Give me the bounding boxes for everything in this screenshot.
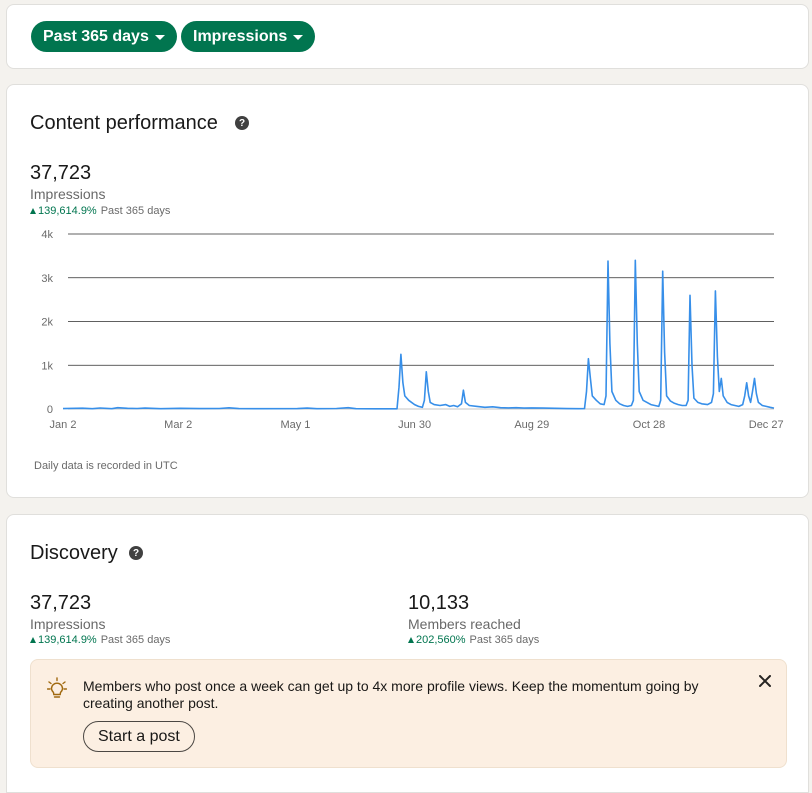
start-post-button[interactable]: Start a post: [83, 721, 195, 752]
y-tick-label: 1k: [41, 360, 53, 372]
caret-down-icon: [293, 34, 304, 40]
caret-down-icon: [154, 34, 165, 40]
members-reached-trend: 202,560% Past 365 days: [408, 634, 539, 646]
members-reached-period: Past 365 days: [469, 634, 540, 646]
discovery-impressions-period: Past 365 days: [100, 634, 171, 646]
y-tick-label: 0: [47, 404, 53, 416]
period-filter-label: Past 365 days: [43, 27, 149, 45]
impressions-trend: 139,614.9% Past 365 days: [30, 205, 170, 217]
impressions-change: 139,614.9%: [38, 205, 97, 217]
help-icon[interactable]: ?: [129, 546, 143, 560]
x-tick-label: Mar 2: [164, 419, 192, 431]
x-tick-label: May 1: [280, 419, 310, 431]
y-tick-label: 4k: [41, 229, 53, 241]
help-icon[interactable]: ?: [235, 116, 249, 130]
impressions-label: Impressions: [30, 186, 106, 202]
members-reached-change: 202,560%: [416, 634, 466, 646]
discovery-card: Discovery ? 37,723 Impressions 139,614.9…: [6, 514, 809, 793]
filters-bar: Past 365 days Impressions: [6, 4, 809, 69]
trend-up-icon: [408, 637, 414, 643]
members-reached-value: 10,133: [408, 592, 470, 614]
impressions-change-period: Past 365 days: [100, 205, 171, 217]
utc-footnote: Daily data is recorded in UTC: [34, 460, 178, 472]
discovery-impressions-value: 37,723: [30, 592, 92, 614]
discovery-impressions-trend: 139,614.9% Past 365 days: [30, 634, 170, 646]
x-tick-label: Dec 27: [749, 419, 784, 431]
impressions-value: 37,723: [30, 162, 92, 184]
x-tick-label: Jan 2: [50, 419, 77, 431]
tip-message: Members who post once a week can get up …: [83, 678, 699, 711]
content-performance-card: Content performance ? 37,723 Impressions…: [6, 84, 809, 498]
x-tick-label: Aug 29: [514, 419, 549, 431]
discovery-impressions-change: 139,614.9%: [38, 634, 97, 646]
trend-up-icon: [30, 208, 36, 214]
discovery-impressions-label: Impressions: [30, 616, 106, 632]
x-tick-label: Oct 28: [633, 419, 665, 431]
y-tick-label: 3k: [41, 273, 53, 285]
y-tick-label: 2k: [41, 317, 53, 329]
members-reached-label: Members reached: [408, 616, 521, 632]
lightbulb-icon: [47, 677, 67, 698]
tip-banner: Members who post once a week can get up …: [30, 659, 787, 768]
close-icon[interactable]: [754, 670, 776, 692]
metric-filter-label: Impressions: [193, 27, 288, 45]
period-filter-button[interactable]: Past 365 days: [31, 21, 177, 52]
impressions-chart: 0 1k 2k 3k 4k Jan 2 Mar 2 May 1 Jun 30 Aug 29 Oct …: [41, 229, 784, 431]
x-tick-label: Jun 30: [398, 419, 431, 431]
discovery-title: Discovery: [30, 542, 118, 564]
impressions-series-line: [62, 259, 775, 410]
trend-up-icon: [30, 637, 36, 643]
content-performance-title: Content performance: [30, 112, 218, 134]
metric-filter-button[interactable]: Impressions: [181, 21, 316, 52]
